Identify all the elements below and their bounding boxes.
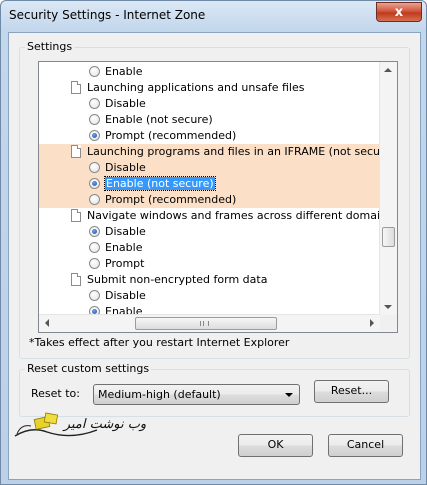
settings-label: Settings — [25, 40, 75, 53]
scroll-right-icon[interactable] — [370, 319, 374, 327]
chevron-down-icon — [285, 393, 293, 397]
reset-button-label: Reset... — [330, 384, 373, 397]
radio-button[interactable] — [89, 66, 100, 77]
radio-button[interactable] — [89, 162, 100, 173]
cancel-button[interactable]: Cancel — [328, 434, 403, 457]
radio-button[interactable] — [89, 130, 100, 141]
setting-category-label: Launching programs and files in an IFRAM… — [87, 145, 379, 158]
setting-option-row[interactable]: Prompt (recommended) — [39, 128, 379, 144]
scroll-corner — [380, 315, 397, 332]
reset-button[interactable]: Reset... — [314, 380, 389, 403]
setting-option-row[interactable]: Disable — [39, 96, 379, 112]
radio-button[interactable] — [89, 242, 100, 253]
close-button[interactable]: x — [376, 2, 422, 22]
reset-level-dropdown[interactable]: Medium-high (default) — [93, 384, 300, 405]
security-settings-window: Security Settings - Internet Zone x Sett… — [0, 0, 427, 485]
settings-list-rows: Enable Launching applications and unsafe … — [39, 62, 379, 315]
restart-note: *Takes effect after you restart Internet… — [29, 336, 290, 349]
blog-logo: وب نوشت امیر — [14, 412, 146, 437]
setting-option-row[interactable]: Disable — [39, 160, 379, 176]
setting-option-label: Prompt (recommended) — [105, 193, 237, 206]
setting-category-row[interactable]: Launching applications and unsafe files — [39, 80, 379, 96]
setting-option-row[interactable]: Enable — [39, 64, 379, 80]
setting-option-row[interactable]: Disable — [39, 224, 379, 240]
cancel-button-label: Cancel — [346, 438, 385, 451]
setting-option-label: Enable — [105, 241, 143, 254]
document-icon — [71, 209, 81, 222]
setting-option-label: Disable — [105, 225, 146, 238]
vertical-scroll-thumb[interactable] — [382, 227, 395, 247]
setting-category-label: Navigate windows and frames across diffe… — [87, 209, 379, 222]
setting-option-label: Prompt (recommended) — [105, 129, 237, 142]
setting-option-row[interactable]: Enable (not secure) — [39, 112, 379, 128]
reset-level-value: Medium-high (default) — [98, 388, 221, 401]
ok-button-label: OK — [267, 438, 284, 451]
window-title: Security Settings - Internet Zone — [9, 8, 206, 22]
setting-option-row[interactable]: Prompt — [39, 256, 379, 272]
radio-button[interactable] — [89, 98, 100, 109]
radio-button[interactable] — [89, 226, 100, 237]
scroll-down-icon[interactable] — [384, 305, 392, 309]
blog-logo-text: وب نوشت امیر — [62, 417, 146, 432]
setting-category-row[interactable]: Submit non-encrypted form data — [39, 272, 379, 288]
scroll-grip-icon — [200, 321, 209, 326]
close-icon: x — [394, 4, 404, 20]
reset-to-label: Reset to: — [31, 387, 80, 400]
document-icon — [71, 273, 81, 286]
radio-button[interactable] — [89, 290, 100, 301]
setting-option-row[interactable]: Enable (not secure) — [39, 176, 379, 192]
radio-button[interactable] — [89, 194, 100, 205]
setting-option-label: Disable — [105, 289, 146, 302]
document-icon — [71, 81, 81, 94]
setting-option-label: Enable (not secure) — [104, 176, 216, 191]
title-bar[interactable]: Security Settings - Internet Zone x — [1, 1, 426, 31]
setting-option-row[interactable]: Disable — [39, 288, 379, 304]
scroll-up-icon[interactable] — [384, 68, 392, 72]
reset-group-label: Reset custom settings — [25, 362, 152, 375]
scroll-left-icon[interactable] — [45, 319, 49, 327]
vertical-scrollbar[interactable] — [379, 62, 397, 315]
document-icon — [71, 145, 81, 158]
radio-button[interactable] — [89, 114, 100, 125]
radio-button[interactable] — [89, 178, 100, 189]
setting-option-label: Disable — [105, 97, 146, 110]
setting-option-row[interactable]: Prompt (recommended) — [39, 192, 379, 208]
setting-option-label: Prompt — [105, 257, 145, 270]
ok-button[interactable]: OK — [238, 434, 313, 457]
setting-option-row[interactable]: Enable — [39, 240, 379, 256]
radio-button[interactable] — [89, 258, 100, 269]
setting-category-row[interactable]: Navigate windows and frames across diffe… — [39, 208, 379, 224]
setting-category-row[interactable]: Launching programs and files in an IFRAM… — [39, 144, 379, 160]
setting-option-label: Enable (not secure) — [105, 113, 213, 126]
setting-option-label: Disable — [105, 161, 146, 174]
setting-option-label: Enable — [105, 65, 143, 78]
setting-category-label: Submit non-encrypted form data — [87, 273, 268, 286]
horizontal-scrollbar[interactable] — [39, 314, 380, 332]
settings-list[interactable]: Enable Launching applications and unsafe … — [38, 61, 398, 333]
setting-category-label: Launching applications and unsafe files — [87, 81, 305, 94]
horizontal-scroll-thumb[interactable] — [135, 317, 277, 330]
